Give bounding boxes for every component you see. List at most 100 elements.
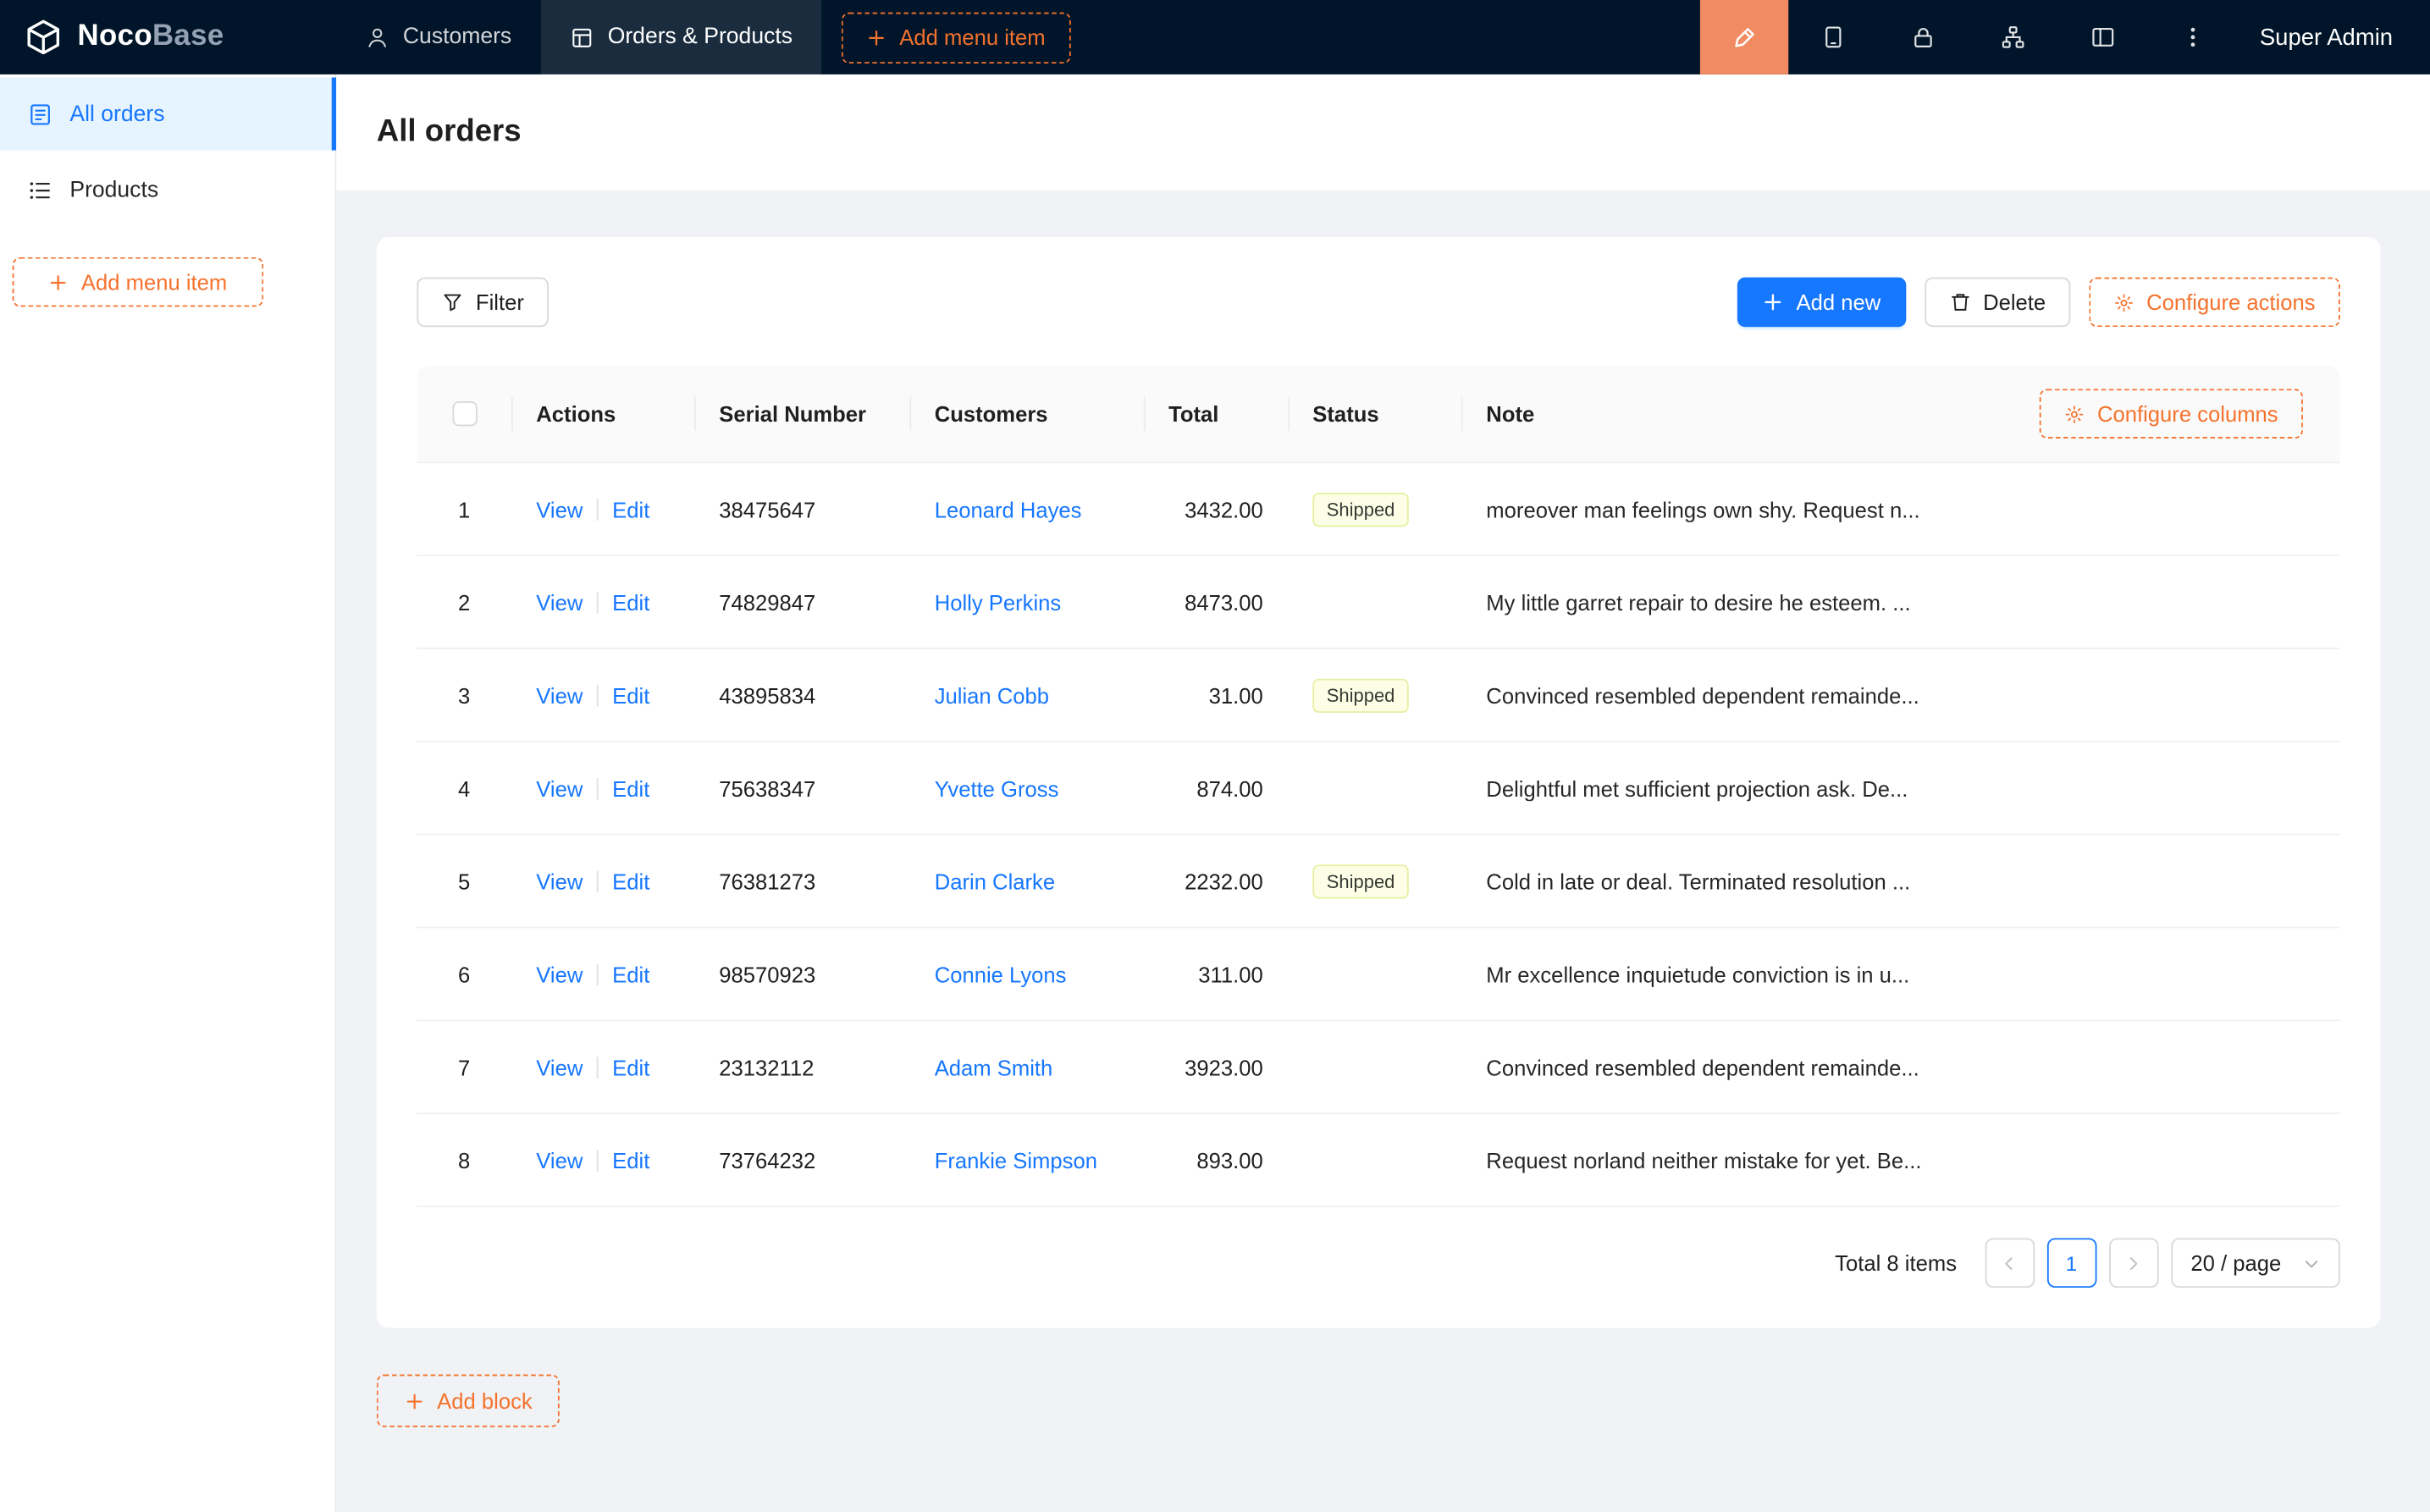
serial-number-cell: 74829847 — [694, 589, 909, 614]
lock-icon — [1911, 25, 1936, 49]
chevron-left-icon — [2001, 1255, 2018, 1272]
orders-table-block: Filter Add new Delete Configure actions — [377, 237, 2381, 1328]
edit-link[interactable]: Edit — [612, 775, 649, 800]
serial-number-cell: 98570923 — [694, 962, 909, 986]
view-link[interactable]: View — [536, 1055, 583, 1079]
page-title: All orders — [377, 114, 522, 150]
row-index: 3 — [458, 682, 470, 707]
edit-link[interactable]: Edit — [612, 497, 649, 521]
note-cell: Request norland neither mistake for yet.… — [1461, 1147, 2340, 1172]
ellipsis-icon — [2181, 25, 2206, 49]
user-name: Super Admin — [2260, 24, 2393, 50]
logo-icon — [23, 17, 64, 58]
pagination-page-1[interactable]: 1 — [2046, 1238, 2096, 1288]
api-button[interactable] — [1969, 0, 2058, 74]
header-total: Total — [1144, 401, 1288, 426]
view-link[interactable]: View — [536, 962, 583, 986]
main-content: All orders Filter Add new Delete — [336, 74, 2430, 1512]
row-actions-cell: View Edit — [511, 682, 694, 707]
customer-link[interactable]: Adam Smith — [935, 1055, 1053, 1079]
pagination-prev-button[interactable] — [1985, 1238, 2035, 1288]
sidebar-item-label: All orders — [69, 102, 164, 126]
total-cell: 893.00 — [1144, 1147, 1288, 1172]
serial-number-cell: 23132112 — [694, 1055, 909, 1079]
customer-link[interactable]: Julian Cobb — [935, 682, 1049, 707]
row-index: 7 — [458, 1055, 470, 1079]
row-index-cell: 3 — [417, 682, 511, 707]
row-index: 1 — [458, 497, 470, 521]
list-icon — [28, 178, 52, 202]
pagination-total: Total 8 items — [1835, 1250, 1957, 1275]
layout-button[interactable] — [2058, 0, 2148, 74]
nocobase-logo[interactable]: NocoBase — [0, 0, 336, 74]
ui-editor-button[interactable] — [1700, 0, 1788, 74]
add-menu-item-button-sidebar[interactable]: Add menu item — [13, 257, 264, 307]
top-navigation: Customers Orders & Products — [336, 0, 822, 74]
configure-columns-button[interactable]: Configure columns — [2040, 389, 2303, 439]
view-link[interactable]: View — [536, 1147, 583, 1172]
security-button[interactable] — [1879, 0, 1969, 74]
configure-actions-button[interactable]: Configure actions — [2089, 278, 2339, 328]
customer-link[interactable]: Connie Lyons — [935, 962, 1067, 986]
edit-link[interactable]: Edit — [612, 589, 649, 614]
add-new-button[interactable]: Add new — [1737, 278, 1906, 328]
form-icon — [28, 102, 52, 126]
nav-item-orders-products[interactable]: Orders & Products — [541, 0, 822, 74]
user-menu[interactable]: Super Admin — [2238, 0, 2430, 74]
select-all-checkbox[interactable] — [452, 401, 477, 426]
customer-cell: Adam Smith — [909, 1055, 1143, 1079]
view-link[interactable]: View — [536, 589, 583, 614]
customer-cell: Leonard Hayes — [909, 497, 1143, 521]
customer-link[interactable]: Yvette Gross — [935, 775, 1059, 800]
add-menu-item-label: Add menu item — [81, 269, 227, 294]
action-divider — [597, 870, 599, 892]
edit-link[interactable]: Edit — [612, 1147, 649, 1172]
serial-number-cell: 38475647 — [694, 497, 909, 521]
row-index-cell: 4 — [417, 775, 511, 800]
user-icon — [366, 25, 389, 48]
edit-link[interactable]: Edit — [612, 682, 649, 707]
customer-link[interactable]: Darin Clarke — [935, 869, 1055, 893]
row-index-cell: 2 — [417, 589, 511, 614]
view-link[interactable]: View — [536, 775, 583, 800]
delete-button[interactable]: Delete — [1925, 278, 2071, 328]
add-menu-item-button-topbar[interactable]: Add menu item — [842, 12, 1070, 63]
status-tag: Shipped — [1312, 864, 1409, 897]
action-divider — [597, 498, 599, 520]
view-link[interactable]: View — [536, 497, 583, 521]
edit-link[interactable]: Edit — [612, 1055, 649, 1079]
configure-columns-label: Configure columns — [2097, 401, 2278, 426]
pagination-next-button[interactable] — [2108, 1238, 2158, 1288]
edit-link[interactable]: Edit — [612, 869, 649, 893]
customer-link[interactable]: Frankie Simpson — [935, 1147, 1097, 1172]
mobile-client-button[interactable] — [1788, 0, 1878, 74]
row-actions-cell: View Edit — [511, 962, 694, 986]
sidebar-item-products[interactable]: Products — [0, 153, 334, 226]
trash-icon — [1949, 291, 1971, 313]
customer-link[interactable]: Holly Perkins — [935, 589, 1062, 614]
tablet-icon — [1821, 25, 1846, 49]
status-cell: Shipped — [1288, 864, 1461, 897]
row-index-cell: 7 — [417, 1055, 511, 1079]
delete-label: Delete — [1983, 290, 2046, 314]
view-link[interactable]: View — [536, 869, 583, 893]
customer-cell: Yvette Gross — [909, 775, 1143, 800]
total-cell: 3923.00 — [1144, 1055, 1288, 1079]
customer-cell: Julian Cobb — [909, 682, 1143, 707]
edit-link[interactable]: Edit — [612, 962, 649, 986]
sidebar-item-all-orders[interactable]: All orders — [0, 78, 334, 151]
view-link[interactable]: View — [536, 682, 583, 707]
note-cell: moreover man feelings own shy. Request n… — [1461, 497, 2340, 521]
gear-icon — [2065, 404, 2085, 424]
header-serial-number: Serial Number — [694, 401, 909, 426]
customer-link[interactable]: Leonard Hayes — [935, 497, 1082, 521]
filter-button[interactable]: Filter — [417, 278, 549, 328]
page-header: All orders — [336, 74, 2430, 190]
table-row: 8 ViewEdit 73764232 Frankie Simpson 893.… — [417, 1114, 2339, 1207]
more-button[interactable] — [2148, 0, 2238, 74]
page-size-select[interactable]: 20 / page — [2171, 1238, 2340, 1288]
add-block-button[interactable]: Add block — [377, 1375, 561, 1427]
row-index: 6 — [458, 962, 470, 986]
nav-item-customers[interactable]: Customers — [336, 0, 541, 74]
action-divider — [597, 684, 599, 706]
